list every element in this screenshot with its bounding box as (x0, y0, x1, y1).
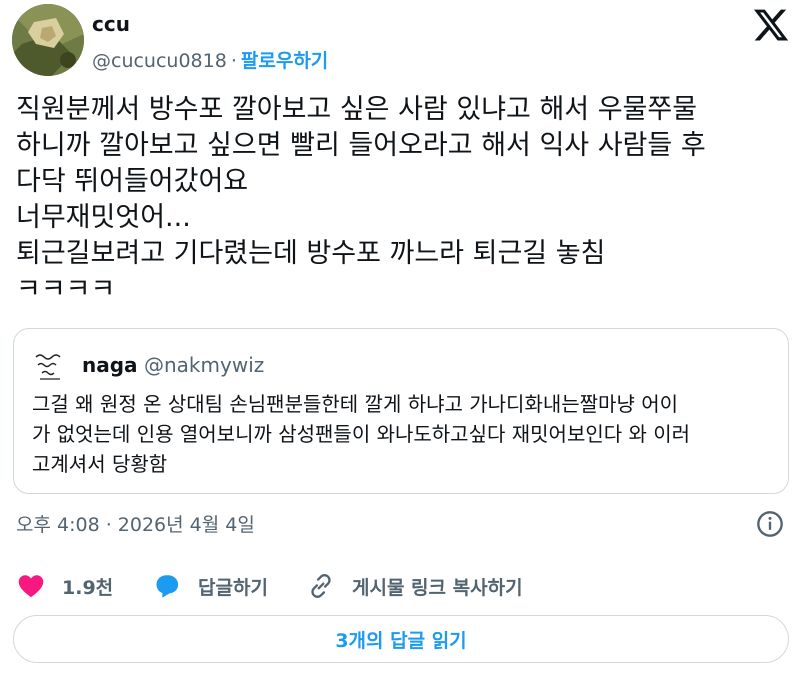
info-icon[interactable] (756, 510, 784, 538)
author-avatar[interactable] (12, 4, 84, 76)
heart-icon (16, 571, 46, 601)
author-handle-row: @cucucu0818 · 팔로우하기 (92, 46, 328, 73)
reply-bubble-icon (152, 571, 182, 601)
follow-link[interactable]: 팔로우하기 (241, 50, 328, 72)
quote-author-name: naga (82, 353, 138, 377)
tweet-text: 직원분께서 방수포 깔아보고 싶은 사람 있냐고 해서 우물쭈물 하니까 깔아보… (16, 94, 706, 300)
quoted-tweet-card[interactable]: naga @nakmywiz 그걸 왜 원정 온 상대팀 손님팬분들한테 깔게 … (13, 328, 789, 494)
quote-avatar (32, 349, 68, 385)
quote-author-handle: @nakmywiz (144, 353, 265, 377)
copy-link-button[interactable]: 게시물 링크 복사하기 (306, 566, 523, 606)
x-logo-icon[interactable] (752, 6, 790, 44)
actions-row: 1.9천 답글하기 게시물 링크 복사하기 (16, 566, 786, 606)
like-count: 1.9천 (62, 576, 114, 599)
copy-link-label: 게시물 링크 복사하기 (352, 576, 523, 599)
like-button[interactable]: 1.9천 (16, 566, 113, 606)
reply-button[interactable]: 답글하기 (152, 566, 268, 606)
reply-label: 답글하기 (198, 576, 268, 599)
read-replies-button[interactable]: 3개의 답글 읽기 (13, 615, 789, 663)
author-handle[interactable]: @cucucu0818 (92, 50, 227, 72)
author-name[interactable]: ccu (92, 12, 130, 36)
timestamp[interactable]: 오후 4:08 · 2026년 4월 4일 (16, 510, 255, 537)
quote-text: 그걸 왜 원정 온 상대팀 손님팬분들한테 깔게 하냐고 가나디화내는짤마냥 어… (32, 392, 691, 476)
separator: · (230, 50, 237, 72)
link-icon (306, 571, 336, 601)
